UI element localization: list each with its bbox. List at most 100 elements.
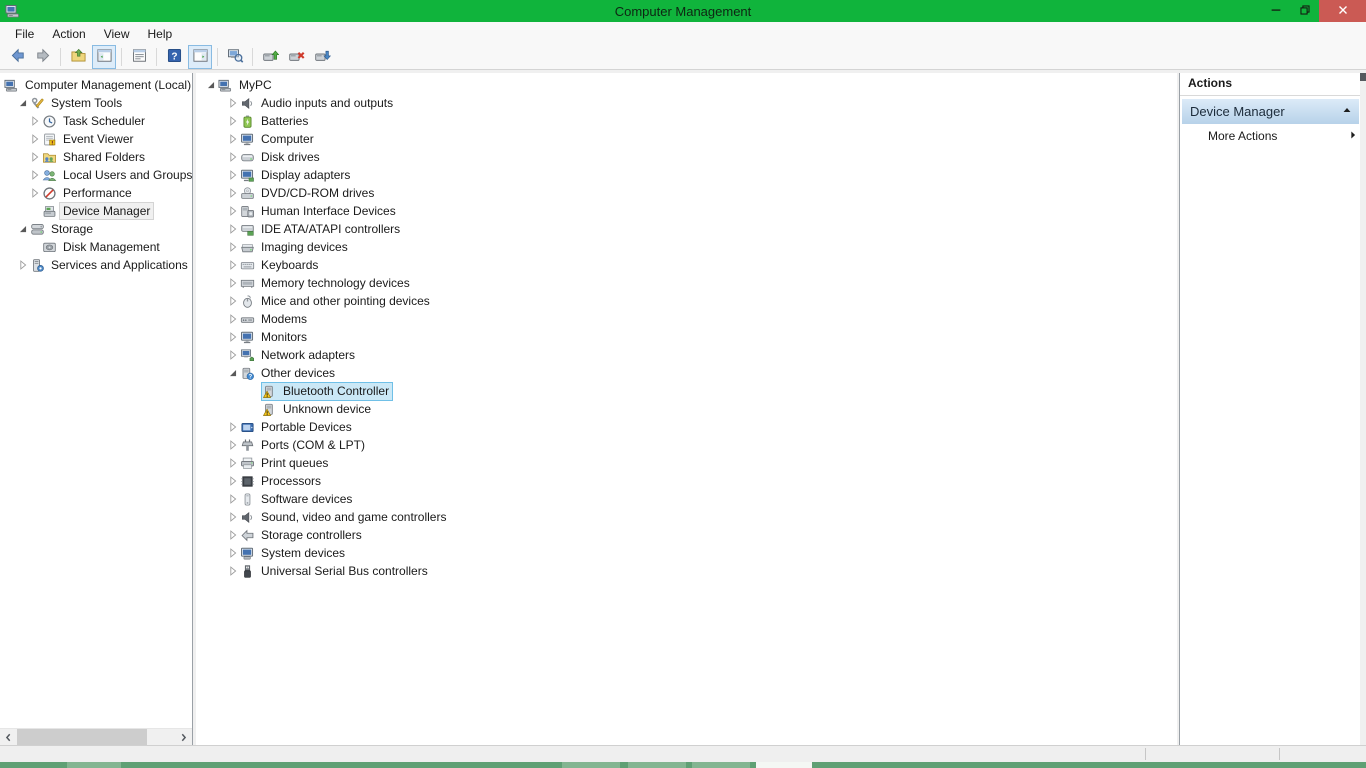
expand-icon[interactable] xyxy=(226,456,240,470)
tree-item-batteries[interactable]: Batteries xyxy=(196,112,1177,130)
expand-icon[interactable] xyxy=(226,528,240,542)
pane-splitter-left[interactable] xyxy=(192,73,195,745)
tree-item-memory-technology-devices[interactable]: Memory technology devices xyxy=(196,274,1177,292)
tree-item-computer[interactable]: Computer xyxy=(196,130,1177,148)
taskbar-button-edge[interactable] xyxy=(692,762,750,768)
expand-icon[interactable] xyxy=(226,294,240,308)
tree-item-performance[interactable]: Performance xyxy=(0,184,192,202)
expand-icon[interactable] xyxy=(16,258,30,272)
expand-icon[interactable] xyxy=(226,564,240,578)
tree-item-imaging-devices[interactable]: Imaging devices xyxy=(196,238,1177,256)
expand-icon[interactable] xyxy=(226,348,240,362)
expand-icon[interactable] xyxy=(28,186,42,200)
taskbar-button-edge[interactable] xyxy=(628,762,686,768)
back-button[interactable] xyxy=(5,45,29,69)
taskbar-button-edge[interactable] xyxy=(562,762,620,768)
tree-item-processors[interactable]: Processors xyxy=(196,472,1177,490)
up-level-button[interactable] xyxy=(66,45,90,69)
expand-icon[interactable] xyxy=(28,168,42,182)
menu-file[interactable]: File xyxy=(6,24,43,44)
expand-icon[interactable] xyxy=(226,546,240,560)
close-button[interactable] xyxy=(1319,0,1366,22)
tree-item-network-adapters[interactable]: Network adapters xyxy=(196,346,1177,364)
tree-item-print-queues[interactable]: Print queues xyxy=(196,454,1177,472)
expand-icon[interactable] xyxy=(28,150,42,164)
tree-item-audio-inputs-and-outputs[interactable]: Audio inputs and outputs xyxy=(196,94,1177,112)
update-driver-button[interactable] xyxy=(258,45,282,69)
tree-item-system-tools[interactable]: System Tools xyxy=(0,94,192,112)
expand-icon[interactable] xyxy=(226,186,240,200)
expand-icon[interactable] xyxy=(226,222,240,236)
expand-icon[interactable] xyxy=(226,330,240,344)
expand-icon[interactable] xyxy=(226,474,240,488)
menu-action[interactable]: Action xyxy=(43,24,94,44)
show-console-tree-button[interactable] xyxy=(92,45,116,69)
expand-icon[interactable] xyxy=(28,114,42,128)
tree-item-unknown-device[interactable]: Unknown device xyxy=(196,400,1177,418)
tree-item-ports-com-lpt[interactable]: Ports (COM & LPT) xyxy=(196,436,1177,454)
tree-item-mice-and-other-pointing-devices[interactable]: Mice and other pointing devices xyxy=(196,292,1177,310)
tree-item-other-devices[interactable]: ? Other devices xyxy=(196,364,1177,382)
taskbar-button-edge-active[interactable] xyxy=(756,762,812,768)
tree-item-storage[interactable]: Storage xyxy=(0,220,192,238)
scrollbar-thumb[interactable] xyxy=(17,729,147,745)
tree-item-bluetooth-controller[interactable]: Bluetooth Controller xyxy=(196,381,1177,401)
tree-item-human-interface-devices[interactable]: Human Interface Devices xyxy=(196,202,1177,220)
actions-scrollbar[interactable] xyxy=(1360,73,1366,745)
taskbar-button-edge[interactable] xyxy=(67,762,121,768)
tree-item-computer-management-local[interactable]: Computer Management (Local) xyxy=(0,76,192,94)
tree-item-sound-video-and-game-controllers[interactable]: Sound, video and game controllers xyxy=(196,508,1177,526)
tree-item-disk-drives[interactable]: Disk drives xyxy=(196,148,1177,166)
search-computer-button[interactable] xyxy=(223,45,247,69)
collapse-icon[interactable] xyxy=(16,96,30,110)
tree-item-keyboards[interactable]: Keyboards xyxy=(196,256,1177,274)
expand-icon[interactable] xyxy=(226,96,240,110)
chevron-up-icon[interactable] xyxy=(1341,104,1353,119)
tree-item-mypc[interactable]: MyPC xyxy=(196,76,1177,94)
minimize-button[interactable] xyxy=(1261,0,1290,22)
more-actions-item[interactable]: More Actions xyxy=(1180,124,1359,148)
tree-item-monitors[interactable]: Monitors xyxy=(196,328,1177,346)
tree-item-disk-management[interactable]: Disk Management xyxy=(0,238,192,256)
help-button[interactable]: ? xyxy=(162,45,186,69)
expand-icon[interactable] xyxy=(226,204,240,218)
collapse-icon[interactable] xyxy=(204,78,218,92)
expand-icon[interactable] xyxy=(226,240,240,254)
collapse-icon[interactable] xyxy=(226,366,240,380)
expand-icon[interactable] xyxy=(226,132,240,146)
show-action-pane-button[interactable] xyxy=(188,45,212,69)
scroll-left-button[interactable] xyxy=(0,729,17,745)
actions-scrollbar-thumb[interactable] xyxy=(1360,73,1366,81)
expand-icon[interactable] xyxy=(226,420,240,434)
expand-icon[interactable] xyxy=(226,510,240,524)
expand-icon[interactable] xyxy=(226,312,240,326)
tree-item-task-scheduler[interactable]: Task Scheduler xyxy=(0,112,192,130)
scroll-right-button[interactable] xyxy=(175,729,192,745)
tree-item-event-viewer[interactable]: Event Viewer xyxy=(0,130,192,148)
menu-view[interactable]: View xyxy=(95,24,139,44)
device-manager-section-header[interactable]: Device Manager xyxy=(1182,99,1359,124)
tree-item-portable-devices[interactable]: Portable Devices xyxy=(196,418,1177,436)
tree-item-storage-controllers[interactable]: Storage controllers xyxy=(196,526,1177,544)
titlebar[interactable]: Computer Management xyxy=(0,0,1366,22)
tree-item-local-users-and-groups[interactable]: Local Users and Groups xyxy=(0,166,192,184)
scan-hardware-button[interactable] xyxy=(310,45,334,69)
forward-button[interactable] xyxy=(31,45,55,69)
tree-item-services-and-applications[interactable]: Services and Applications xyxy=(0,256,192,274)
tree-item-shared-folders[interactable]: Shared Folders xyxy=(0,148,192,166)
restore-button[interactable] xyxy=(1290,0,1319,22)
menu-help[interactable]: Help xyxy=(139,24,182,44)
expand-icon[interactable] xyxy=(226,150,240,164)
tree-item-display-adapters[interactable]: Display adapters xyxy=(196,166,1177,184)
expand-icon[interactable] xyxy=(226,258,240,272)
tree-item-dvd-cd-rom-drives[interactable]: DVD/CD-ROM drives xyxy=(196,184,1177,202)
tree-item-system-devices[interactable]: System devices xyxy=(196,544,1177,562)
tree-item-device-manager[interactable]: Device Manager xyxy=(0,202,192,220)
tree-item-software-devices[interactable]: Software devices xyxy=(196,490,1177,508)
expand-icon[interactable] xyxy=(226,276,240,290)
expand-icon[interactable] xyxy=(28,132,42,146)
tree-item-ide-ata-atapi-controllers[interactable]: IDE ATA/ATAPI controllers xyxy=(196,220,1177,238)
expand-icon[interactable] xyxy=(226,438,240,452)
expand-icon[interactable] xyxy=(226,492,240,506)
uninstall-device-button[interactable] xyxy=(284,45,308,69)
